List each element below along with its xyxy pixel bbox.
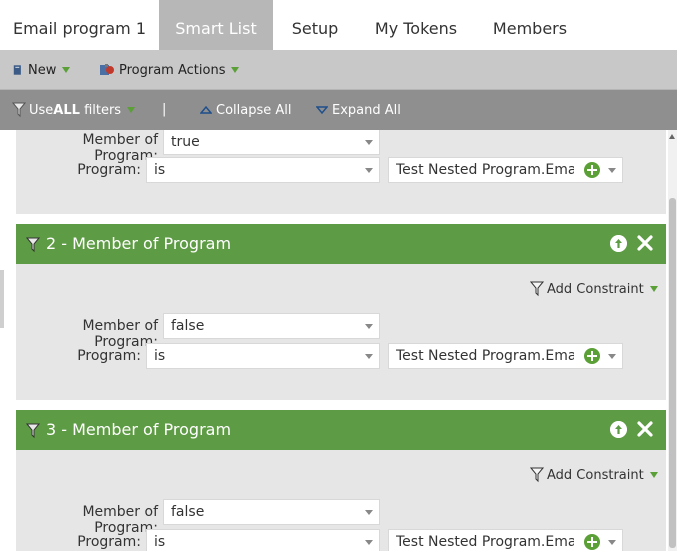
chevron-down-icon bbox=[365, 140, 373, 145]
collapse-all-button[interactable]: Collapse All bbox=[200, 90, 292, 130]
chevron-down-icon bbox=[649, 286, 658, 292]
chevron-down-icon bbox=[365, 540, 373, 545]
program-value-text: Test Nested Program.Email I bbox=[396, 348, 574, 364]
program-actions-button[interactable]: Program Actions bbox=[99, 50, 240, 90]
chevron-down-icon[interactable] bbox=[608, 354, 616, 359]
tab-email-program-1[interactable]: Email program 1 bbox=[0, 0, 159, 50]
program-value-text: Test Nested Program.Email p bbox=[396, 162, 574, 178]
program-value-field[interactable]: Test Nested Program.Email I bbox=[388, 343, 623, 369]
move-up-icon[interactable] bbox=[610, 235, 627, 252]
use-filters-dropdown[interactable]: Use ALL filters bbox=[12, 90, 136, 130]
funnel-icon[interactable] bbox=[26, 423, 40, 439]
member-of-program-select[interactable]: true bbox=[163, 130, 380, 155]
chevron-down-icon bbox=[365, 354, 373, 359]
chevron-down-icon[interactable] bbox=[608, 168, 616, 173]
scroll-up-icon[interactable] bbox=[669, 134, 675, 139]
funnel-icon bbox=[12, 102, 26, 118]
use-filters-prefix: Use bbox=[29, 102, 54, 118]
chevron-down-icon bbox=[231, 67, 240, 73]
move-up-icon[interactable] bbox=[610, 421, 627, 438]
collapse-all-label: Collapse All bbox=[216, 102, 292, 118]
add-value-icon[interactable] bbox=[584, 534, 600, 550]
program-value-text: Test Nested Program.Email p bbox=[396, 534, 574, 550]
toolbar-separator: | bbox=[162, 102, 167, 117]
new-button[interactable]: New bbox=[13, 50, 71, 90]
program-label: Program: bbox=[77, 162, 141, 178]
chevron-down-icon bbox=[365, 510, 373, 515]
tab-label: My Tokens bbox=[374, 19, 458, 38]
use-filters-all: ALL bbox=[53, 102, 80, 118]
tab-members[interactable]: Members bbox=[475, 0, 585, 50]
filter-bar: Use ALL filters | Collapse All Expand Al… bbox=[0, 90, 677, 130]
funnel-icon[interactable] bbox=[26, 237, 40, 253]
tab-smart-list[interactable]: Smart List bbox=[159, 0, 273, 50]
tab-label: Smart List bbox=[175, 19, 257, 38]
filter-3-header: 3 - Member of Program bbox=[16, 410, 666, 450]
tab-bar: Email program 1 Smart List Setup My Toke… bbox=[0, 0, 677, 50]
smart-list-canvas: Member of Program: true Program: is Test… bbox=[0, 130, 668, 551]
add-constraint-label: Add Constraint bbox=[547, 281, 644, 297]
member-of-program-label: Member of Program: bbox=[82, 132, 158, 164]
program-label: Program: bbox=[77, 534, 141, 550]
program-value-field[interactable]: Test Nested Program.Email p bbox=[388, 157, 623, 183]
member-of-program-value: false bbox=[171, 318, 205, 334]
chevron-down-icon bbox=[127, 107, 136, 113]
vertical-scrollbar[interactable] bbox=[668, 130, 677, 551]
expand-all-button[interactable]: Expand All bbox=[316, 90, 401, 130]
add-value-icon[interactable] bbox=[584, 162, 600, 178]
program-operator-value: is bbox=[154, 534, 166, 550]
program-operator-select[interactable]: is bbox=[146, 343, 380, 369]
scroll-thumb[interactable] bbox=[669, 198, 676, 548]
new-button-label: New bbox=[28, 62, 57, 78]
new-document-icon bbox=[13, 65, 21, 75]
program-value-field[interactable]: Test Nested Program.Email p bbox=[388, 529, 623, 551]
program-label: Program: bbox=[77, 348, 141, 364]
member-of-program-select[interactable]: false bbox=[163, 499, 380, 525]
collapse-triangle-icon bbox=[200, 105, 212, 114]
program-operator-select[interactable]: is bbox=[146, 157, 380, 183]
chevron-down-icon bbox=[649, 472, 658, 478]
program-operator-value: is bbox=[154, 348, 166, 364]
add-constraint-button[interactable]: Add Constraint bbox=[530, 279, 658, 299]
program-actions-label: Program Actions bbox=[119, 62, 226, 78]
toolbar: New Program Actions bbox=[0, 50, 677, 90]
tab-label: Email program 1 bbox=[12, 19, 147, 38]
chevron-down-icon[interactable] bbox=[608, 540, 616, 545]
expand-triangle-icon bbox=[316, 106, 328, 115]
tab-label: Setup bbox=[291, 19, 339, 38]
chevron-down-icon bbox=[62, 67, 71, 73]
member-of-program-label: Member of Program: bbox=[82, 318, 158, 350]
member-of-program-label: Member of Program: bbox=[82, 504, 158, 536]
funnel-icon bbox=[530, 281, 544, 297]
add-constraint-label: Add Constraint bbox=[547, 467, 644, 483]
chevron-down-icon bbox=[365, 324, 373, 329]
use-filters-suffix: filters bbox=[79, 102, 122, 118]
member-of-program-value: false bbox=[171, 504, 205, 520]
expand-all-label: Expand All bbox=[332, 102, 401, 118]
member-of-program-select[interactable]: false bbox=[163, 313, 380, 339]
add-constraint-button[interactable]: Add Constraint bbox=[530, 465, 658, 485]
close-icon[interactable] bbox=[636, 234, 654, 252]
close-icon[interactable] bbox=[636, 420, 654, 438]
filter-2-header: 2 - Member of Program bbox=[16, 224, 666, 264]
program-operator-select[interactable]: is bbox=[146, 529, 380, 551]
filter-2-title: 2 - Member of Program bbox=[46, 234, 232, 253]
filter-3-title: 3 - Member of Program bbox=[46, 420, 232, 439]
tab-label: Members bbox=[492, 19, 568, 38]
tab-setup[interactable]: Setup bbox=[273, 0, 357, 50]
chevron-down-icon bbox=[365, 168, 373, 173]
program-actions-icon bbox=[100, 64, 114, 75]
program-operator-value: is bbox=[154, 162, 166, 178]
resize-handle[interactable] bbox=[0, 270, 4, 328]
funnel-icon bbox=[530, 467, 544, 483]
add-value-icon[interactable] bbox=[584, 348, 600, 364]
tab-my-tokens[interactable]: My Tokens bbox=[357, 0, 475, 50]
member-of-program-value: true bbox=[171, 134, 200, 150]
